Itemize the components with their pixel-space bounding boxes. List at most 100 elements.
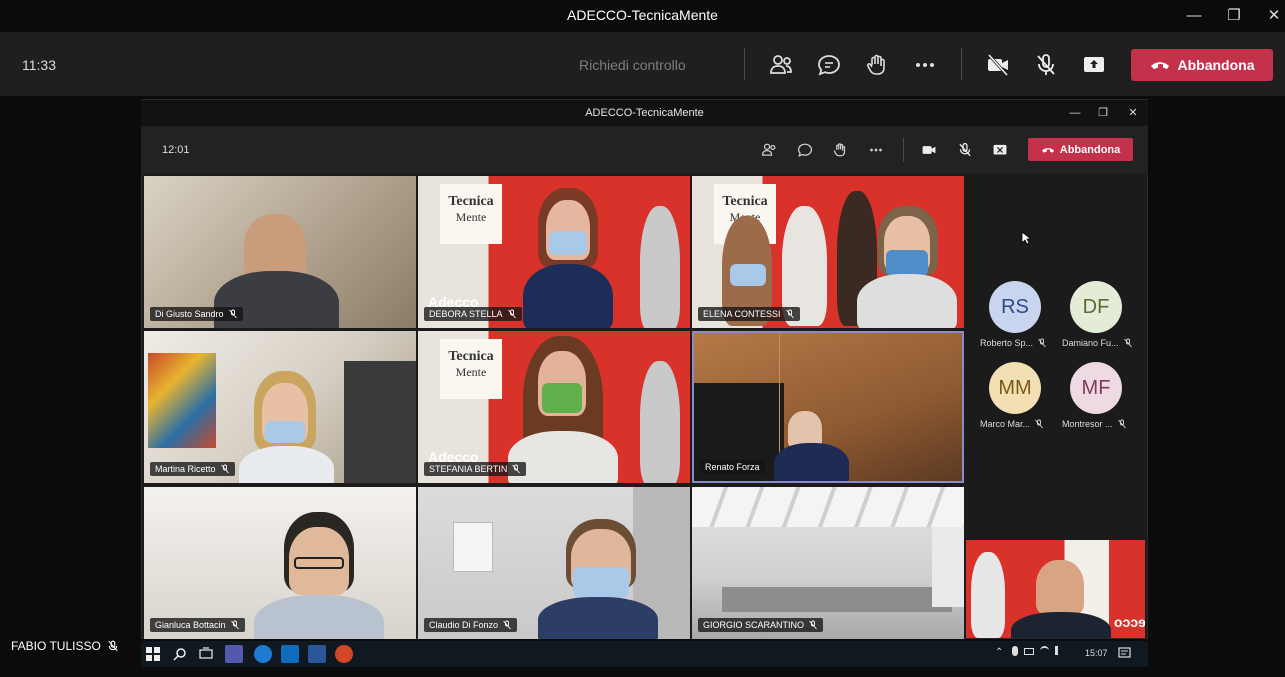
face-mask [730,264,766,286]
participant-name: STEFANIA BERTIN [429,464,508,474]
volume-icon [1055,646,1064,655]
toolbar-divider [744,48,745,80]
face-mask [549,231,587,255]
more-options-icon [867,141,885,159]
muted-icon [1035,419,1043,429]
leave-label: Abbandona [1177,57,1255,73]
participant-name: Roberto Sp... [980,338,1047,348]
camera-icon [920,141,938,159]
self-view-video[interactable]: Adecco [966,540,1145,638]
local-user-label: FABIO TULISSO [11,639,119,653]
system-tray-icons [1012,646,1072,660]
mic-off-icon[interactable] [1032,51,1060,79]
mouse-cursor-icon [1021,231,1031,245]
participant-body [774,443,849,481]
minimize-icon[interactable]: — [1182,4,1206,28]
participant-label: Martina Ricetto [150,462,235,476]
hang-up-icon [1041,147,1054,153]
video-tile[interactable]: Tecnica Mente Adecco DEBORA STELLA [418,176,690,328]
glasses [294,557,344,569]
muted-icon [809,620,817,630]
inner-leave-label: Abbandona [1059,143,1121,156]
meeting-timer: 11:33 [22,57,56,73]
muted-icon [220,464,229,474]
video-tile[interactable]: TecnicaMente ELENA CONTESSI [692,176,964,328]
window [932,527,964,607]
participant-label: DEBORA STELLA [424,307,522,321]
outer-window-title: ADECCO-TecnicaMente [567,7,718,23]
search-icon [173,648,186,661]
avatar-montresor[interactable]: MF [1070,362,1122,414]
background-furniture [344,361,416,483]
video-tile[interactable]: Gianluca Bottacin [144,487,416,639]
edge-taskbar-icon [254,645,272,663]
request-control-button[interactable]: Richiedi controllo [579,57,686,73]
taskbar-clock: 15:07 [1085,648,1108,658]
windows-start-icon [146,647,160,661]
video-tile[interactable]: Di Giusto Sandro [144,176,416,328]
muted-icon [228,309,237,319]
wall-painting [148,353,216,448]
muted-icon [1038,338,1046,348]
participant-label: Di Giusto Sandro [150,307,243,321]
more-options-icon[interactable] [911,51,939,79]
toolbar-divider [961,48,962,80]
camera-off-icon[interactable] [984,51,1012,79]
people-icon[interactable] [767,51,795,79]
participant-name: Damiano Fu... [1062,338,1133,348]
muted-icon [1123,338,1132,348]
participant-body [239,446,334,483]
participant-name: GIORGIO SCARANTINO [703,620,805,630]
participant-name: Di Giusto Sandro [155,309,224,319]
powerpoint-taskbar-icon [335,645,353,663]
muted-icon [1117,419,1126,429]
participant-name: Renato Forza [705,462,760,472]
microphone-icon [1012,646,1018,656]
inner-window-title: ADECCO-TecnicaMente [585,107,704,119]
toolbar-divider [903,138,904,162]
participant-body [857,274,957,328]
video-tile-active[interactable]: Renato Forza [692,331,964,483]
leave-button[interactable]: Abbandona [1131,49,1273,81]
raise-hand-icon [831,141,849,159]
participant-name: Martina Ricetto [155,464,216,474]
avatar-roberto[interactable]: RS [989,281,1041,333]
participant-body [254,595,384,639]
face-mask [573,567,629,597]
background-figure [640,361,680,483]
local-user-name: FABIO TULISSO [11,639,101,653]
battery-icon [1024,648,1034,655]
restore-icon: ❐ [1098,107,1108,119]
video-tile[interactable]: Tecnica Mente Adecco STEFANIA BERTIN [418,331,690,483]
people-icon [760,141,778,159]
share-screen-icon[interactable] [1080,51,1108,79]
participant-label: STEFANIA BERTIN [424,462,527,476]
close-icon[interactable]: ✕ [1262,4,1285,28]
mic-off-icon [956,141,974,159]
face-mask [886,250,928,276]
video-tile[interactable]: Claudio Di Fonzo [418,487,690,639]
notifications-icon [1118,647,1131,658]
inner-meeting-timer: 12:01 [162,144,190,156]
word-taskbar-icon [308,645,326,663]
bottom-strip [0,667,1285,677]
outer-title-bar: ADECCO-TecnicaMente — ❐ ✕ [0,0,1285,32]
minimize-icon: — [1069,107,1081,119]
participant-label: Claudio Di Fonzo [424,618,518,632]
wall-poster [453,522,493,572]
avatar-marco[interactable]: MM [989,362,1041,414]
participant-name: DEBORA STELLA [429,309,503,319]
restore-icon[interactable]: ❐ [1222,4,1246,28]
outlook-taskbar-icon [281,645,299,663]
video-tile[interactable]: Martina Ricetto [144,331,416,483]
background-figure [971,552,1005,638]
muted-icon [512,464,521,474]
avatar-damiano[interactable]: DF [1070,281,1122,333]
tray-chevron-icon: ⌃ [995,647,1004,658]
participant-name: ELENA CONTESSI [703,309,781,319]
raise-hand-icon[interactable] [863,51,891,79]
chat-icon[interactable] [815,51,843,79]
video-tile[interactable]: GIORGIO SCARANTINO [692,487,964,639]
task-view-icon [199,647,213,659]
participant-name: Gianluca Bottacin [155,620,226,630]
